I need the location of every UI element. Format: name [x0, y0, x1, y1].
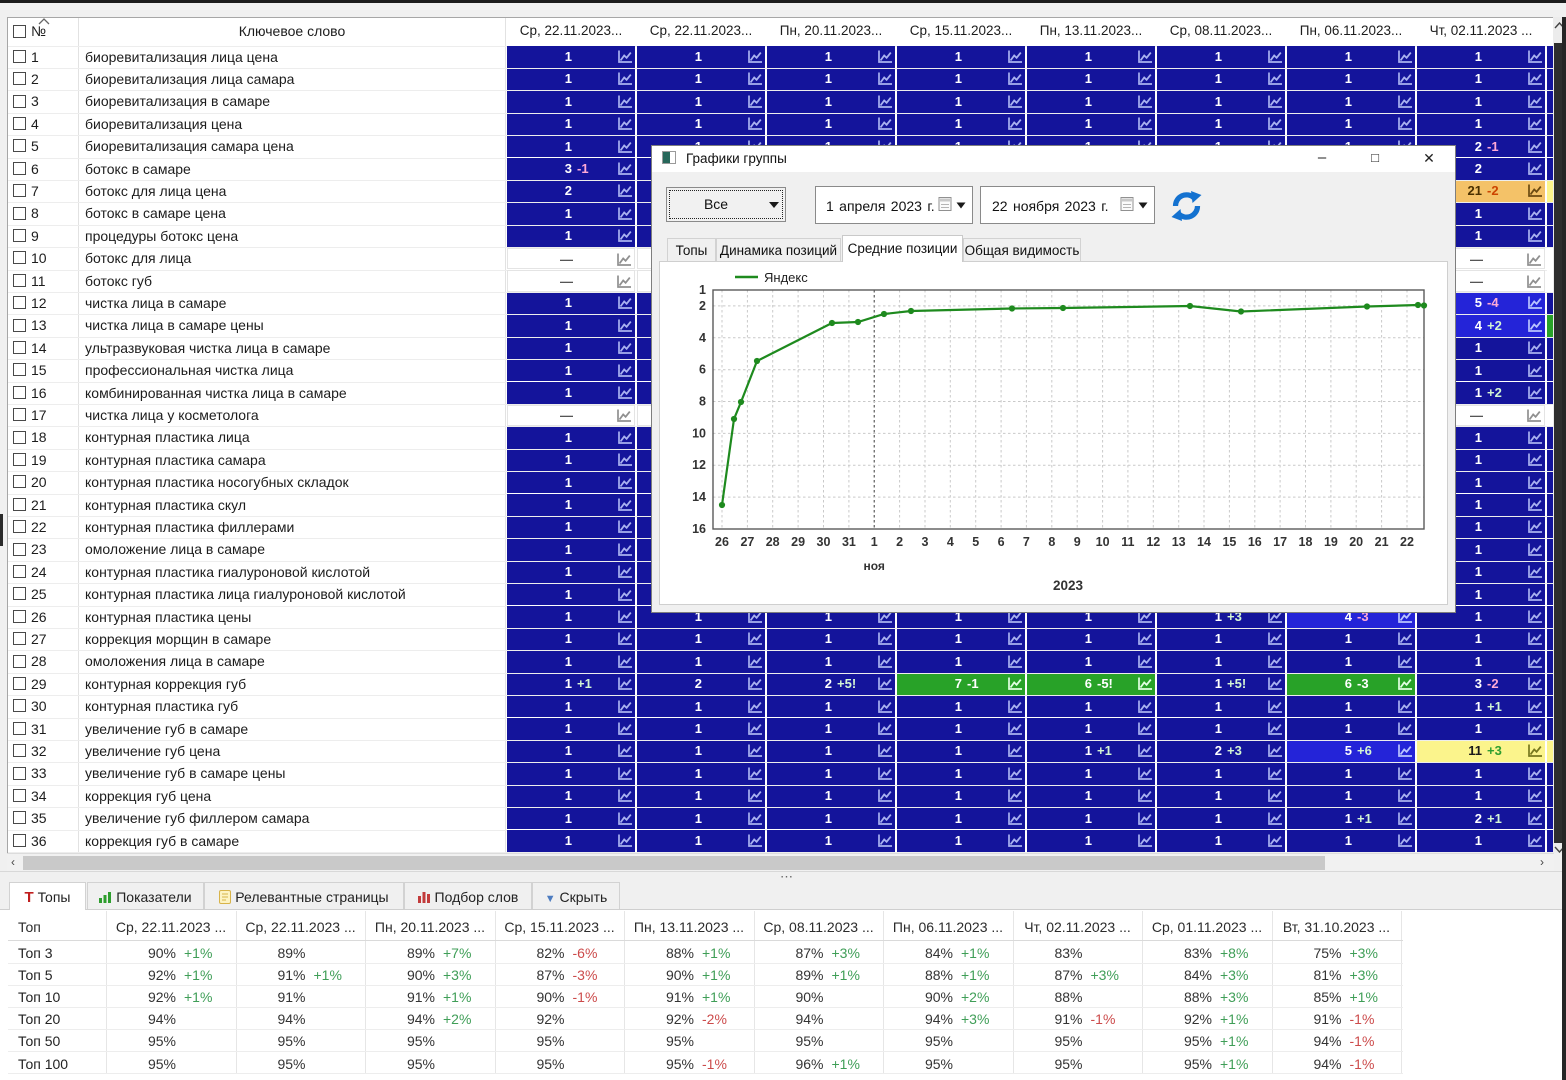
svg-text:22: 22 [1400, 535, 1414, 549]
svg-text:17: 17 [1273, 535, 1287, 549]
svg-text:30: 30 [817, 535, 831, 549]
svg-text:14: 14 [1197, 535, 1211, 549]
svg-text:ноя: ноя [863, 559, 884, 573]
svg-text:18: 18 [1299, 535, 1313, 549]
svg-text:3: 3 [922, 535, 929, 549]
svg-text:21: 21 [1375, 535, 1389, 549]
svg-text:26: 26 [715, 535, 729, 549]
svg-text:29: 29 [791, 535, 805, 549]
svg-text:14: 14 [692, 490, 706, 504]
svg-text:10: 10 [692, 426, 706, 440]
svg-text:11: 11 [1121, 535, 1134, 549]
svg-text:12: 12 [692, 458, 706, 472]
svg-text:16: 16 [692, 522, 706, 536]
svg-text:28: 28 [766, 535, 780, 549]
svg-text:10: 10 [1096, 535, 1110, 549]
svg-text:16: 16 [1248, 535, 1262, 549]
svg-text:1: 1 [699, 283, 706, 297]
svg-text:4: 4 [947, 535, 954, 549]
svg-text:12: 12 [1146, 535, 1160, 549]
svg-text:15: 15 [1222, 535, 1236, 549]
svg-text:8: 8 [699, 395, 706, 409]
svg-text:9: 9 [1074, 535, 1081, 549]
svg-text:8: 8 [1048, 535, 1055, 549]
svg-text:2023: 2023 [1053, 578, 1084, 593]
svg-text:2: 2 [896, 535, 903, 549]
svg-text:5: 5 [972, 535, 979, 549]
svg-text:19: 19 [1324, 535, 1338, 549]
svg-text:20: 20 [1349, 535, 1363, 549]
svg-text:27: 27 [740, 535, 754, 549]
svg-text:1: 1 [871, 535, 878, 549]
svg-text:4: 4 [699, 331, 706, 345]
svg-text:Яндекс: Яндекс [764, 270, 808, 285]
svg-text:13: 13 [1172, 535, 1186, 549]
svg-text:6: 6 [699, 363, 706, 377]
svg-text:31: 31 [842, 535, 856, 549]
svg-text:2: 2 [699, 299, 706, 313]
svg-text:6: 6 [998, 535, 1005, 549]
svg-text:7: 7 [1023, 535, 1030, 549]
